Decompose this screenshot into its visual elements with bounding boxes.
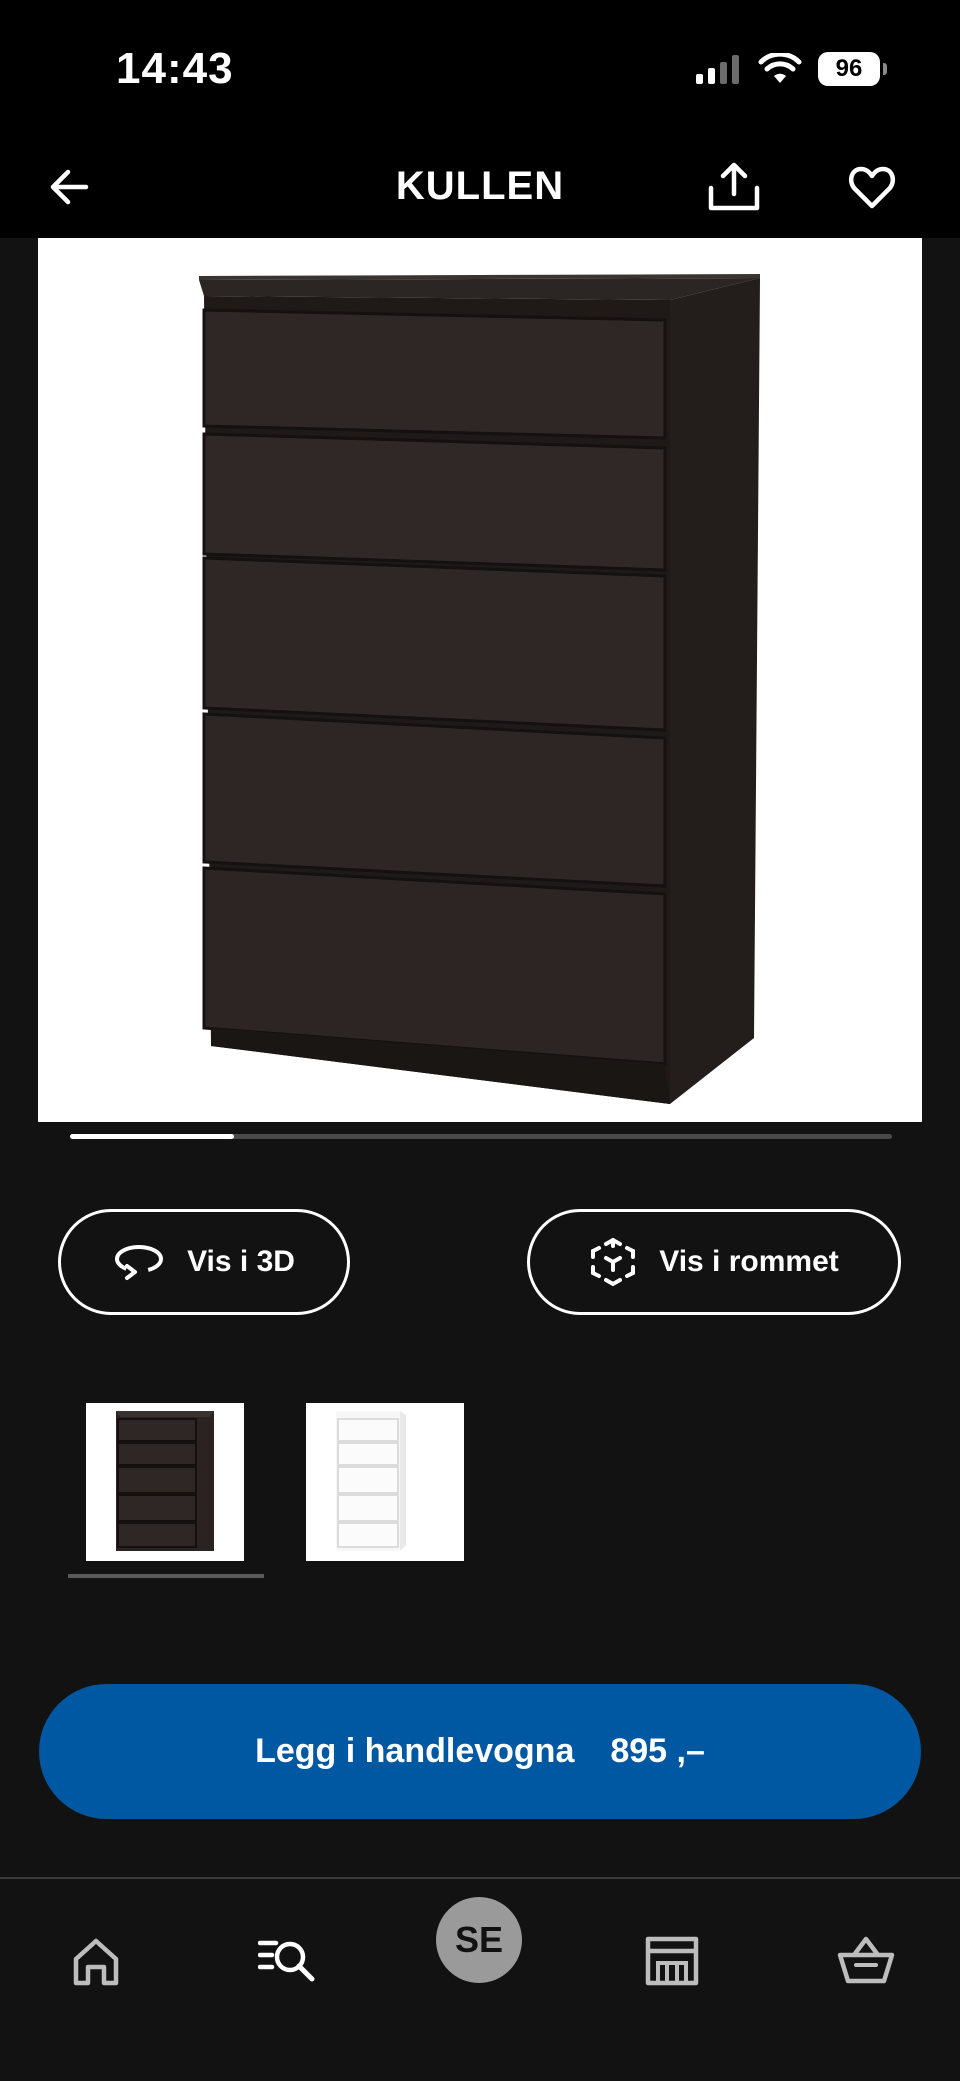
share-icon[interactable] <box>706 162 762 212</box>
status-time: 14:43 <box>116 44 234 93</box>
page-title: KULLEN <box>395 164 565 208</box>
view-3d-label: Vis i 3D <box>187 1245 295 1278</box>
add-to-cart-label: Legg i handlevogna <box>255 1732 575 1770</box>
battery-indicator: 96 <box>818 52 887 86</box>
product-image[interactable] <box>38 238 922 1122</box>
view-in-room-button[interactable]: Vis i rommet <box>527 1209 901 1315</box>
view-in-room-label: Vis i rommet <box>659 1245 839 1278</box>
status-icons: 96 <box>694 52 887 86</box>
dresser-thumbnail-dark <box>116 1411 214 1551</box>
cellular-signal-icon <box>696 55 739 84</box>
search-icon[interactable] <box>258 1931 318 1991</box>
shopping-basket-icon[interactable] <box>836 1931 896 1991</box>
price: 895 ,– <box>610 1732 705 1770</box>
favorite-heart-icon[interactable] <box>848 164 896 210</box>
nav-header: KULLEN <box>0 140 960 238</box>
store-icon[interactable] <box>642 1931 702 1991</box>
home-icon[interactable] <box>66 1931 126 1991</box>
view-3d-button[interactable]: Vis i 3D <box>58 1209 350 1315</box>
profile-avatar-tab[interactable]: SE <box>436 1897 522 1983</box>
dresser-thumbnail-white <box>336 1411 406 1551</box>
status-bar: 14:43 96 <box>0 0 960 140</box>
rotate-3d-icon <box>115 1245 164 1280</box>
carousel-progress <box>70 1134 892 1139</box>
ar-cube-icon <box>591 1237 636 1287</box>
selected-variant-indicator <box>68 1574 264 1578</box>
add-to-cart-button[interactable]: Legg i handlevogna 895 ,– <box>39 1684 921 1819</box>
wifi-icon <box>758 53 802 83</box>
variant-thumbnail-white[interactable] <box>306 1403 464 1561</box>
variant-thumbnail-black-brown[interactable] <box>86 1403 244 1561</box>
bottom-tab-bar: SE <box>0 1877 960 2081</box>
carousel-progress-fill <box>70 1134 235 1139</box>
dresser-illustration <box>199 274 760 1104</box>
